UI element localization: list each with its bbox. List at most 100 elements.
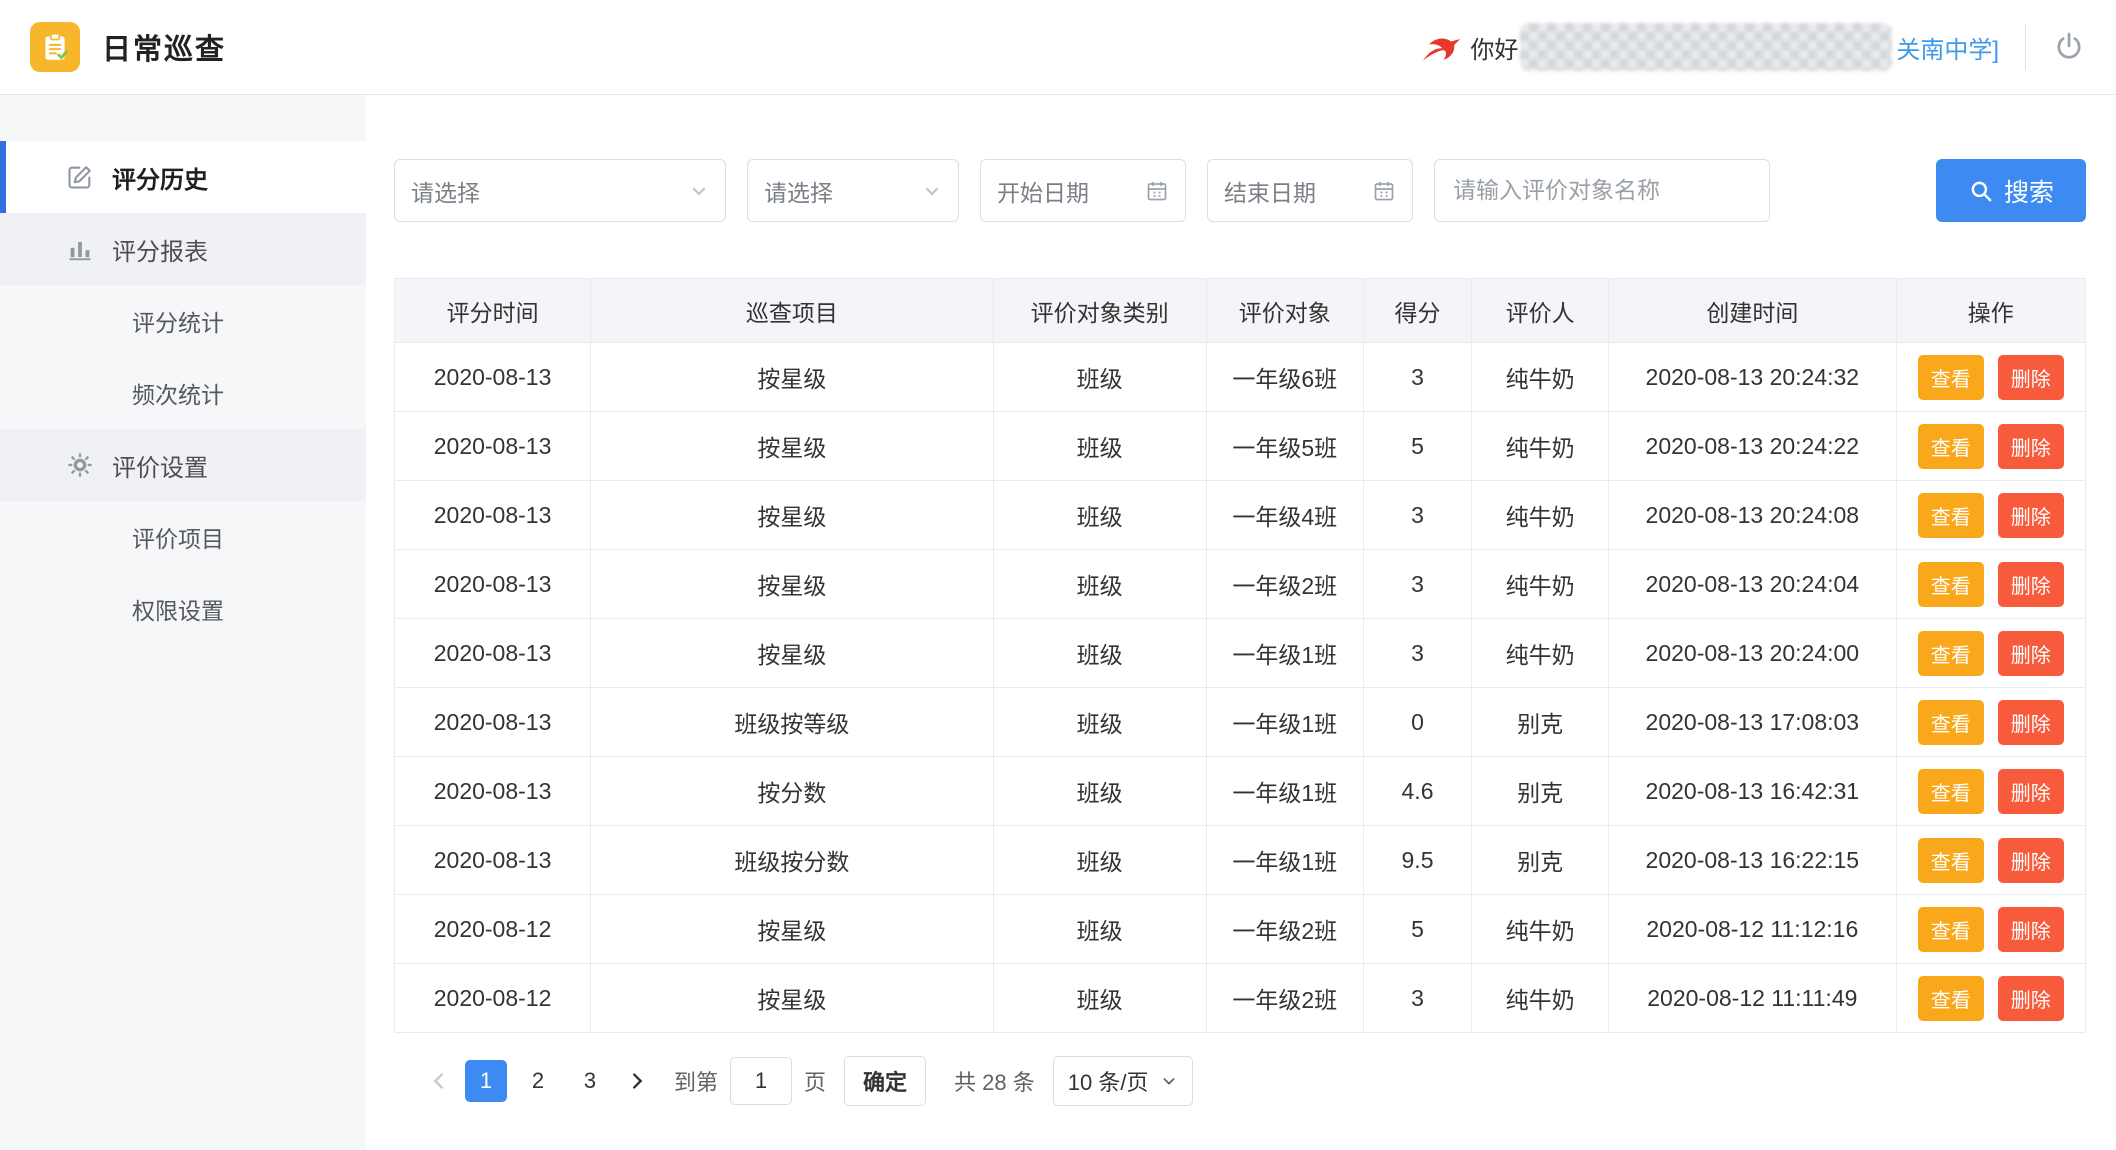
page-button-1[interactable]: 1 [465, 1060, 507, 1102]
page-size-select[interactable]: 10 条/页 [1053, 1056, 1194, 1106]
view-button[interactable]: 查看 [1918, 700, 1984, 745]
calendar-icon [1372, 179, 1396, 203]
sidebar-item-permission-settings[interactable]: 权限设置 [0, 573, 366, 645]
cell-rater: 纯牛奶 [1472, 481, 1609, 550]
cell-score: 3 [1363, 481, 1471, 550]
cell-target-type: 班级 [993, 688, 1206, 757]
page-button-3[interactable]: 3 [569, 1060, 611, 1102]
cell-target-type: 班级 [993, 343, 1206, 412]
cell-target-type: 班级 [993, 895, 1206, 964]
cell-inspect-item: 按星级 [591, 343, 993, 412]
cell-rater: 纯牛奶 [1472, 343, 1609, 412]
cell-created-at: 2020-08-13 20:24:00 [1609, 619, 1896, 688]
delete-button[interactable]: 删除 [1998, 631, 2064, 676]
bird-icon [1418, 27, 1462, 67]
view-button[interactable]: 查看 [1918, 907, 1984, 952]
delete-button[interactable]: 删除 [1998, 424, 2064, 469]
header-user-area: 你好 关南中学] [1418, 23, 2086, 71]
pagination: 123 到第 页 确定 共 28 条 10 条/页 [394, 1045, 2086, 1117]
sidebar-item-score-stats[interactable]: 评分统计 [0, 285, 366, 357]
cell-created-at: 2020-08-13 16:22:15 [1609, 826, 1896, 895]
page-button-2[interactable]: 2 [517, 1060, 559, 1102]
delete-button[interactable]: 删除 [1998, 355, 2064, 400]
cell-score: 3 [1363, 343, 1471, 412]
cell-score: 3 [1363, 619, 1471, 688]
col-target: 评价对象 [1206, 279, 1363, 343]
col-target-type: 评价对象类别 [993, 279, 1206, 343]
app-logo [30, 22, 80, 72]
target-name-field[interactable] [1434, 159, 1770, 222]
cell-score: 3 [1363, 550, 1471, 619]
view-button[interactable]: 查看 [1918, 424, 1984, 469]
cell-inspect-item: 按分数 [591, 757, 993, 826]
cell-target: 一年级4班 [1206, 481, 1363, 550]
prev-page-button[interactable] [418, 1060, 460, 1102]
select-placeholder: 请选择 [764, 174, 833, 208]
next-page-button[interactable] [616, 1060, 658, 1102]
sidebar-item-label: 评分历史 [112, 160, 208, 195]
filter-select-1[interactable]: 请选择 [394, 159, 726, 222]
sidebar-item-eval-settings[interactable]: 评价设置 [0, 429, 366, 501]
confirm-button[interactable]: 确定 [844, 1056, 926, 1106]
cell-target: 一年级1班 [1206, 757, 1363, 826]
end-date-input[interactable]: 结束日期 [1207, 159, 1413, 222]
cell-score-time: 2020-08-13 [395, 550, 591, 619]
delete-button[interactable]: 删除 [1998, 976, 2064, 1021]
delete-button[interactable]: 删除 [1998, 700, 2064, 745]
search-button[interactable]: 搜索 [1936, 159, 2086, 222]
filter-select-2[interactable]: 请选择 [747, 159, 959, 222]
view-button[interactable]: 查看 [1918, 355, 1984, 400]
col-actions: 操作 [1896, 279, 2085, 343]
cell-actions: 查看删除 [1896, 619, 2085, 688]
view-button[interactable]: 查看 [1918, 562, 1984, 607]
view-button[interactable]: 查看 [1918, 493, 1984, 538]
page-title: 日常巡查 [102, 26, 226, 68]
delete-button[interactable]: 删除 [1998, 838, 2064, 883]
table-row: 2020-08-13按星级班级一年级2班3纯牛奶2020-08-13 20:24… [395, 550, 2086, 619]
results-table: 评分时间 巡查项目 评价对象类别 评价对象 得分 评价人 创建时间 操作 202… [394, 278, 2086, 1033]
sidebar-item-label: 评价项目 [132, 520, 224, 554]
cell-target-type: 班级 [993, 964, 1206, 1033]
sidebar-item-eval-items[interactable]: 评价项目 [0, 501, 366, 573]
delete-button[interactable]: 删除 [1998, 769, 2064, 814]
col-score-time: 评分时间 [395, 279, 591, 343]
cell-created-at: 2020-08-13 20:24:08 [1609, 481, 1896, 550]
sidebar-item-score-report[interactable]: 评分报表 [0, 213, 366, 285]
calendar-icon [1145, 179, 1169, 203]
cell-actions: 查看删除 [1896, 343, 2085, 412]
delete-button[interactable]: 删除 [1998, 562, 2064, 607]
sidebar-item-label: 评分报表 [112, 232, 208, 267]
cell-score-time: 2020-08-13 [395, 412, 591, 481]
sidebar-item-frequency-stats[interactable]: 频次统计 [0, 357, 366, 429]
goto-page-input[interactable] [730, 1057, 792, 1105]
cell-target-type: 班级 [993, 826, 1206, 895]
table-row: 2020-08-12按星级班级一年级2班5纯牛奶2020-08-12 11:12… [395, 895, 2086, 964]
view-button[interactable]: 查看 [1918, 769, 1984, 814]
view-button[interactable]: 查看 [1918, 976, 1984, 1021]
table-row: 2020-08-13按星级班级一年级1班3纯牛奶2020-08-13 20:24… [395, 619, 2086, 688]
cell-score-time: 2020-08-13 [395, 619, 591, 688]
delete-button[interactable]: 删除 [1998, 907, 2064, 952]
cell-target: 一年级2班 [1206, 964, 1363, 1033]
cell-target-type: 班级 [993, 757, 1206, 826]
sidebar-item-label: 评分统计 [132, 304, 224, 338]
view-button[interactable]: 查看 [1918, 631, 1984, 676]
cell-created-at: 2020-08-12 11:12:16 [1609, 895, 1896, 964]
table-header-row: 评分时间 巡查项目 评价对象类别 评价对象 得分 评价人 创建时间 操作 [395, 279, 2086, 343]
header: 日常巡查 你好 关南中学] [0, 0, 2116, 95]
table-row: 2020-08-13按分数班级一年级1班4.6别克2020-08-13 16:4… [395, 757, 2086, 826]
cell-target: 一年级6班 [1206, 343, 1363, 412]
delete-button[interactable]: 删除 [1998, 493, 2064, 538]
main-content: 请选择 请选择 开始日期 [366, 95, 2116, 1150]
target-name-input[interactable] [1451, 176, 1753, 205]
cell-target: 一年级2班 [1206, 895, 1363, 964]
cell-inspect-item: 班级按等级 [591, 688, 993, 757]
page-numbers: 123 [460, 1060, 616, 1102]
sidebar-item-score-history[interactable]: 评分历史 [0, 141, 366, 213]
cell-rater: 纯牛奶 [1472, 412, 1609, 481]
start-date-input[interactable]: 开始日期 [980, 159, 1186, 222]
logout-button[interactable] [2052, 30, 2086, 64]
cell-rater: 纯牛奶 [1472, 895, 1609, 964]
view-button[interactable]: 查看 [1918, 838, 1984, 883]
chevron-down-icon [922, 181, 942, 201]
